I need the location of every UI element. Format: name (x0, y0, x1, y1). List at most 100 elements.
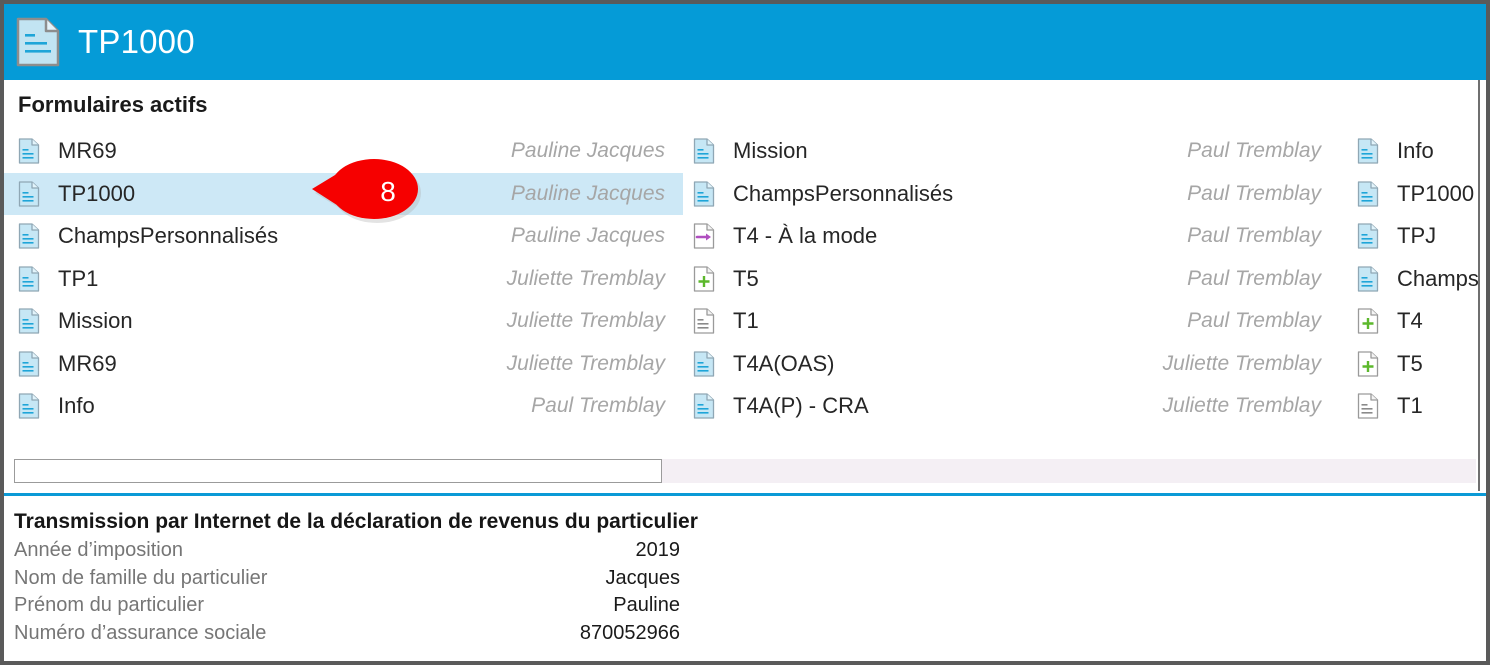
table-row[interactable]: MR69 Juliette Tremblay (4, 343, 683, 386)
form-name: T4 (1397, 308, 1423, 334)
form-name: T5 (1397, 350, 1423, 376)
table-row-selected[interactable]: TP1000 Pauline Jacques (4, 172, 683, 215)
table-row[interactable]: Mission Juliette Tremblay (4, 300, 683, 343)
form-author: Pauline Jacques (510, 139, 665, 163)
form-name: MR69 (58, 350, 117, 376)
form-author: Juliette Tremblay (506, 351, 665, 375)
form-name: T4A(OAS) (733, 350, 835, 376)
document-blue-icon (18, 266, 40, 292)
detail-row: Numéro d’assurance sociale 870052966 (14, 622, 680, 650)
form-name: Info (1397, 138, 1434, 164)
form-name: Mission (58, 308, 133, 334)
table-row[interactable]: T4 - À la mode Paul Tremblay (683, 215, 1339, 258)
document-blue-icon (18, 181, 40, 207)
page-title: TP1000 (78, 23, 195, 60)
detail-label: Numéro d’assurance sociale (14, 621, 267, 644)
form-name: Champs (1397, 265, 1479, 291)
document-blue-icon (18, 138, 40, 164)
form-author: Juliette Tremblay (1162, 351, 1321, 375)
table-row[interactable]: T4A(P) - CRA Juliette Tremblay (683, 385, 1339, 428)
form-author: Paul Tremblay (531, 394, 665, 418)
form-name: TP1000 (58, 180, 136, 206)
table-row[interactable]: TP1 Juliette Tremblay (4, 258, 683, 301)
form-author: Paul Tremblay (1187, 181, 1321, 205)
form-name: T5 (733, 265, 759, 291)
detail-title: Transmission par Internet de la déclarat… (14, 510, 698, 533)
form-name: T4 - À la mode (733, 223, 878, 249)
forms-list-panel: Formulaires actifs MR69 Pauline Jacques TP… (4, 80, 1486, 491)
document-icon (16, 17, 60, 67)
document-blue-icon (693, 138, 715, 164)
table-row[interactable]: TPJ (1339, 215, 1486, 258)
document-arrow-purple-icon (693, 223, 715, 249)
document-plus-green-icon (1357, 308, 1379, 334)
document-blue-icon (18, 351, 40, 377)
document-plus-green-icon (693, 266, 715, 292)
detail-row: Nom de famille du particulier Jacques (14, 567, 680, 595)
document-plain-grey-icon (1357, 393, 1379, 419)
detail-value: 2019 (635, 539, 681, 561)
form-author: Juliette Tremblay (506, 309, 665, 333)
table-row[interactable]: T5 (1339, 343, 1486, 386)
table-row[interactable]: Info (1339, 130, 1486, 173)
detail-row: Prénom du particulier Pauline (14, 594, 680, 622)
form-name: ChampsPersonnalisés (58, 223, 279, 249)
form-author: Pauline Jacques (510, 224, 665, 248)
forms-column-1: MR69 Pauline Jacques TP1000 Pauline Jacques… (4, 130, 683, 428)
document-blue-icon (693, 181, 715, 207)
forms-column-2: Mission Paul Tremblay ChampsPersonnalisés P… (683, 130, 1339, 428)
form-author: Paul Tremblay (1187, 266, 1321, 290)
detail-rows: Année d’imposition 2019 Nom de famille du … (14, 539, 680, 649)
document-blue-icon (18, 223, 40, 249)
table-row[interactable]: T1 (1339, 385, 1486, 428)
form-author: Paul Tremblay (1187, 224, 1321, 248)
form-name: TPJ (1397, 223, 1437, 249)
column-divider (1478, 80, 1480, 491)
table-row[interactable]: TP1000 (1339, 173, 1486, 216)
detail-label: Nom de famille du particulier (14, 566, 268, 589)
scrollbar-thumb[interactable] (14, 459, 662, 483)
form-author: Paul Tremblay (1187, 309, 1321, 333)
forms-column-3: Info TP1000 TPJ Champs T4 T5 T1 (1339, 130, 1486, 428)
form-author: Juliette Tremblay (506, 266, 665, 290)
form-name: T1 (1397, 393, 1423, 419)
table-row[interactable]: T5 Paul Tremblay (683, 258, 1339, 301)
form-name: Info (58, 393, 95, 419)
detail-value: Pauline (613, 594, 680, 616)
document-plain-grey-icon (693, 308, 715, 334)
form-name: MR69 (58, 138, 117, 164)
document-blue-icon (18, 308, 40, 334)
table-row[interactable]: T4A(OAS) Juliette Tremblay (683, 343, 1339, 386)
document-blue-icon (693, 351, 715, 377)
document-blue-icon (1357, 138, 1379, 164)
document-blue-icon (1357, 266, 1379, 292)
detail-panel: Transmission par Internet de la déclarat… (4, 496, 1486, 661)
document-blue-icon (1357, 181, 1379, 207)
document-blue-icon (18, 393, 40, 419)
table-row[interactable]: MR69 Pauline Jacques (4, 130, 683, 173)
form-name: TP1 (58, 265, 99, 291)
table-row[interactable]: Mission Paul Tremblay (683, 130, 1339, 173)
application-window: TP1000 Formulaires actifs MR69 Pauline Ja… (0, 0, 1490, 665)
table-row[interactable]: T4 (1339, 300, 1486, 343)
section-title: Formulaires actifs (18, 92, 208, 117)
table-row[interactable]: Champs (1339, 258, 1486, 301)
detail-label: Prénom du particulier (14, 594, 205, 616)
document-blue-icon (693, 393, 715, 419)
form-name: ChampsPersonnalisés (733, 180, 954, 206)
form-author: Pauline Jacques (510, 181, 665, 205)
form-name: T4A(P) - CRA (733, 393, 869, 419)
document-plus-green-icon (1357, 351, 1379, 377)
form-name: T1 (733, 308, 759, 334)
horizontal-scrollbar[interactable] (14, 459, 1476, 483)
detail-value: 870052966 (579, 621, 680, 644)
table-row[interactable]: ChampsPersonnalisés Paul Tremblay (683, 173, 1339, 216)
detail-value: Jacques (605, 566, 681, 589)
detail-row: Année d’imposition 2019 (14, 539, 680, 567)
document-blue-icon (1357, 223, 1379, 249)
table-row[interactable]: T1 Paul Tremblay (683, 300, 1339, 343)
form-name: Mission (733, 138, 808, 164)
table-row[interactable]: ChampsPersonnalisés Pauline Jacques (4, 215, 683, 258)
form-name: TP1000 (1397, 180, 1475, 206)
table-row[interactable]: Info Paul Tremblay (4, 385, 683, 428)
